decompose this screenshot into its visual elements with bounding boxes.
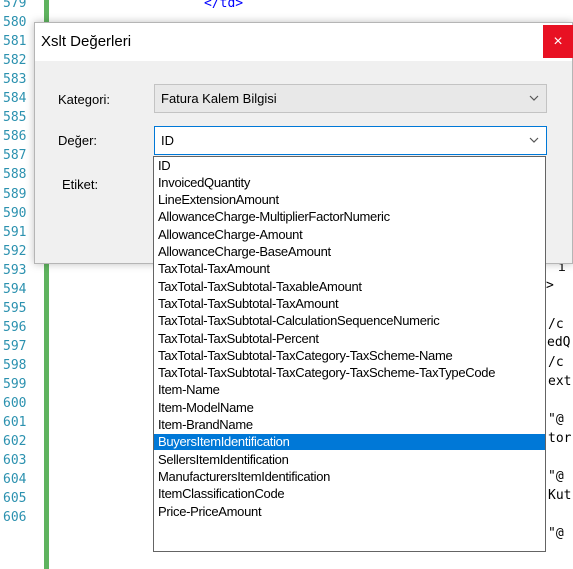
dropdown-option[interactable]: ID [154, 158, 545, 174]
line-number: 598 [3, 357, 27, 373]
code-fragment-597: ext [548, 374, 572, 389]
value-value: ID [161, 133, 174, 148]
dropdown-option[interactable]: Item-ModelName [154, 400, 545, 416]
dropdown-option[interactable]: TaxTotal-TaxSubtotal-TaxCategory-TaxSche… [154, 348, 545, 364]
line-number: 579 [3, 0, 27, 11]
code-fragment-602: "@ [548, 469, 564, 484]
dropdown-option[interactable]: BuyersItemIdentification [154, 434, 545, 451]
chevron-down-icon [529, 137, 539, 143]
dropdown-option[interactable]: TaxTotal-TaxAmount [154, 261, 545, 277]
tag-label: Etiket: [62, 177, 99, 192]
dropdown-option[interactable]: TaxTotal-TaxSubtotal-TaxAmount [154, 296, 545, 312]
code-fragment-603: Kut [548, 488, 572, 503]
code-fragment-595: edQ [547, 335, 571, 350]
dropdown-option[interactable]: TaxTotal-TaxSubtotal-TaxCategory-TaxSche… [154, 365, 545, 381]
dialog-title: Xslt Değerleri [41, 33, 132, 50]
line-number: 606 [3, 510, 27, 526]
line-number: 604 [3, 472, 27, 488]
dropdown-option[interactable]: Price-PriceAmount [154, 504, 545, 520]
dropdown-option[interactable]: InvoicedQuantity [154, 175, 545, 191]
code-fragment-599: "@ [548, 412, 564, 427]
line-number: 603 [3, 453, 27, 469]
dropdown-option[interactable]: TaxTotal-TaxSubtotal-TaxableAmount [154, 279, 545, 295]
chevron-down-icon [529, 95, 539, 101]
line-number: 600 [3, 396, 27, 412]
code-fragment-594: /c [548, 317, 564, 332]
line-number: 597 [3, 338, 27, 354]
code-fragment-600: tor [548, 431, 572, 446]
line-number: 594 [3, 281, 27, 297]
dropdown-option[interactable]: ItemClassificationCode [154, 486, 545, 502]
dropdown-option[interactable]: TaxTotal-TaxSubtotal-CalculationSequence… [154, 313, 545, 329]
dropdown-option[interactable]: Item-Name [154, 382, 545, 398]
category-label: Kategori: [58, 92, 111, 107]
close-button[interactable]: × [543, 25, 573, 58]
dropdown-option[interactable]: AllowanceCharge-MultiplierFactorNumeric [154, 209, 545, 225]
dropdown-option[interactable]: ManufacturersItemIdentification [154, 469, 545, 485]
dropdown-option[interactable]: Item-BrandName [154, 417, 545, 433]
line-number: 595 [3, 300, 27, 316]
code-fragment-top: </td> [204, 0, 244, 11]
close-icon: × [553, 33, 563, 50]
line-number: 599 [3, 377, 27, 392]
line-number: 601 [3, 415, 27, 431]
value-label: Değer: [58, 133, 98, 148]
value-dropdown-list[interactable]: ID InvoicedQuantity LineExtensionAmount All… [153, 156, 546, 552]
dropdown-option[interactable]: TaxTotal-TaxSubtotal-Percent [154, 331, 545, 347]
dropdown-option[interactable]: SellersItemIdentification [154, 452, 545, 468]
line-number: 596 [3, 319, 27, 335]
dropdown-option[interactable]: LineExtensionAmount [154, 192, 545, 208]
category-value: Fatura Kalem Bilgisi [161, 91, 277, 106]
category-combobox[interactable]: Fatura Kalem Bilgisi [154, 84, 547, 113]
code-fragment-592: > [546, 278, 554, 293]
dropdown-option[interactable]: AllowanceCharge-BaseAmount [154, 244, 545, 260]
code-fragment-596: /c [548, 355, 564, 370]
line-number: 602 [3, 434, 27, 450]
value-combobox[interactable]: ID [154, 126, 547, 155]
dropdown-option[interactable]: AllowanceCharge-Amount [154, 227, 545, 243]
dialog-titlebar[interactable]: Xslt Değerleri × [35, 23, 573, 61]
code-fragment-605: "@ [548, 526, 564, 541]
line-number: 605 [3, 491, 27, 507]
